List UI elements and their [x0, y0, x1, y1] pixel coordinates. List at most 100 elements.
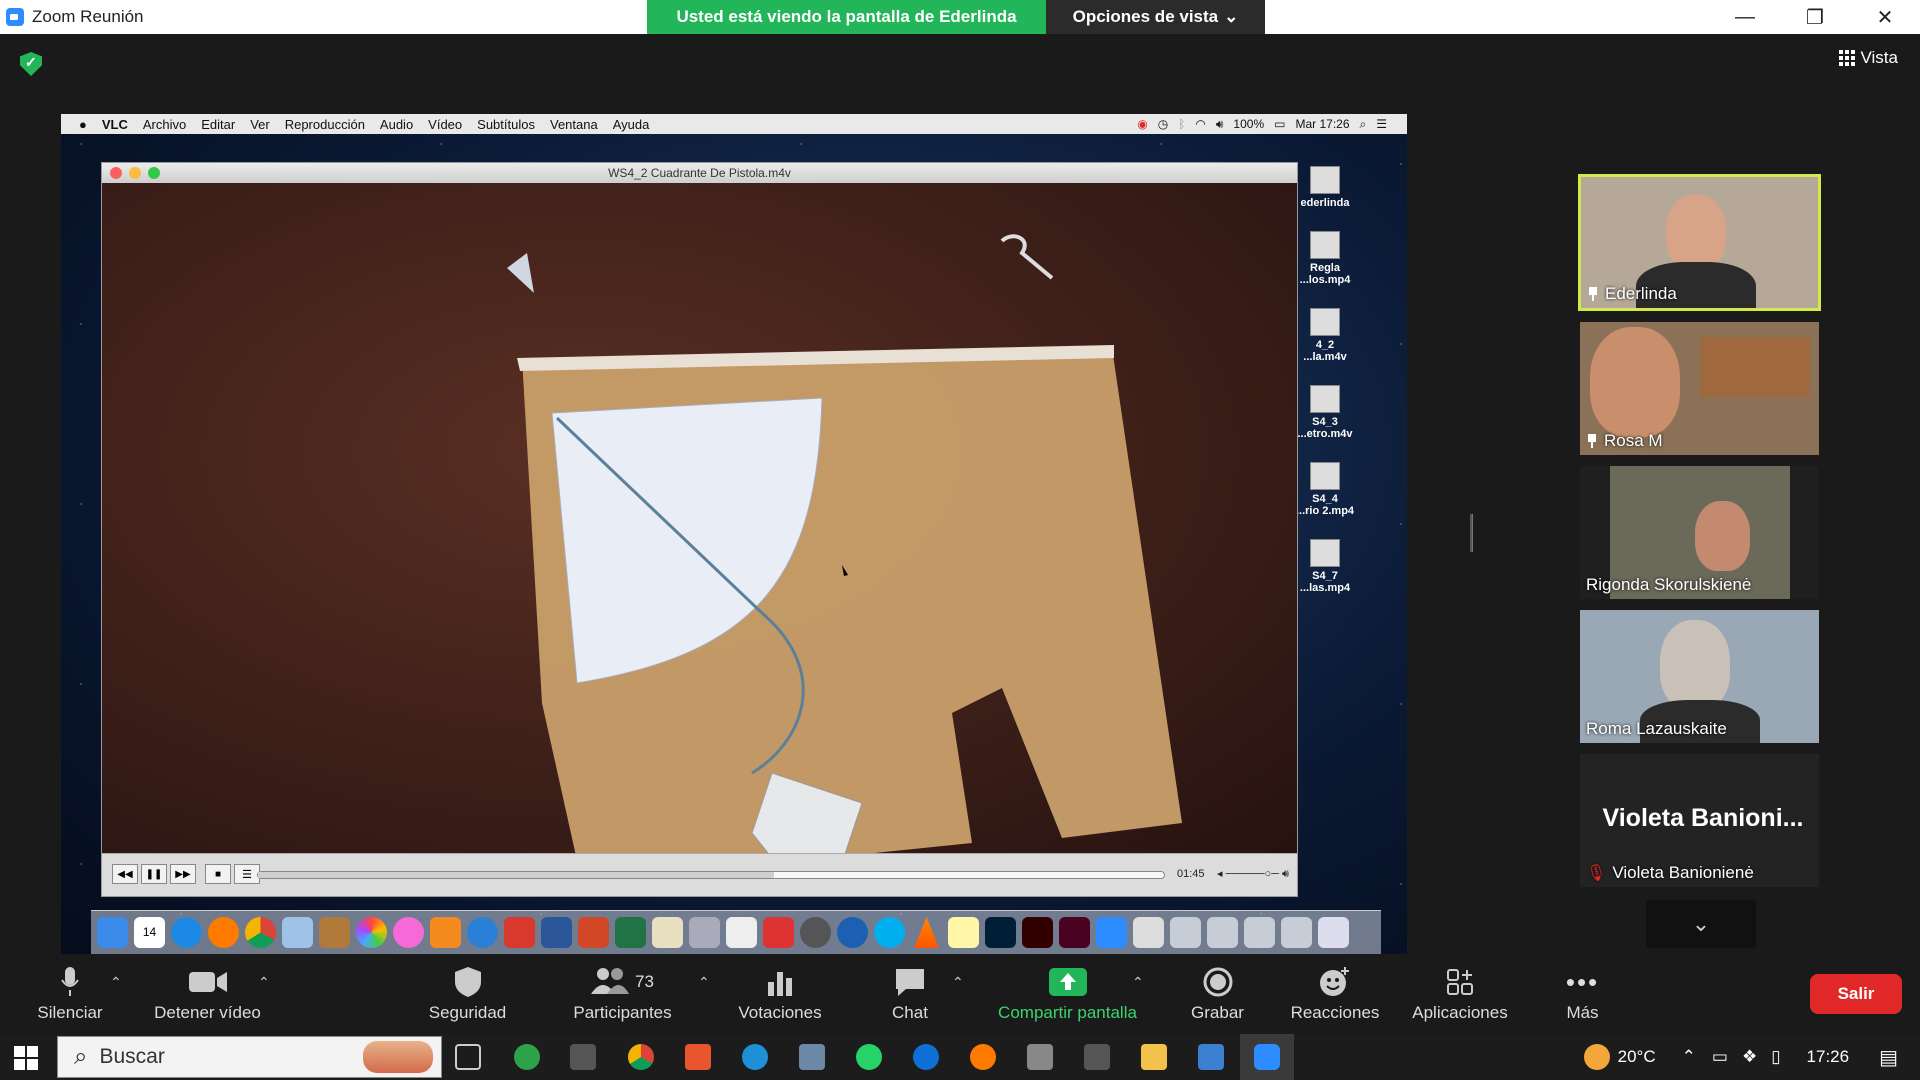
- maximize-button[interactable]: ❐: [1780, 0, 1850, 34]
- notes-icon[interactable]: [652, 917, 683, 948]
- mute-options-caret-icon[interactable]: ⌃: [110, 974, 122, 991]
- desktop-file[interactable]: 4_2 ...la.m4v: [1295, 308, 1355, 363]
- chat-button[interactable]: Chat: [870, 954, 950, 1034]
- stop-icon[interactable]: ■: [205, 864, 231, 884]
- reactions-button[interactable]: Reacciones: [1285, 954, 1385, 1034]
- dvd-player-icon[interactable]: [800, 917, 831, 948]
- desktop-file[interactable]: Regla ...los.mp4: [1295, 231, 1355, 286]
- close-dot-icon[interactable]: [110, 167, 122, 179]
- security-shield-icon[interactable]: [20, 52, 42, 76]
- participant-tile[interactable]: Rigonda Skorulskienė: [1580, 466, 1819, 599]
- splitter-handle[interactable]: [1470, 514, 1473, 552]
- polls-button[interactable]: Votaciones: [730, 954, 830, 1034]
- vlc-window[interactable]: WS4_2 Cuadrante De Pistola.m4v ◀◀ ❚❚ ▶▶ …: [101, 162, 1298, 897]
- ibooks-icon[interactable]: [430, 917, 461, 948]
- scanner-icon[interactable]: [689, 917, 720, 948]
- app-icon[interactable]: [1198, 1044, 1224, 1070]
- stop-video-button[interactable]: Detener vídeo: [145, 954, 270, 1034]
- participants-options-caret-icon[interactable]: ⌃: [698, 974, 710, 991]
- participant-tile[interactable]: Roma Lazauskaite: [1580, 610, 1819, 743]
- minimize-dot-icon[interactable]: [129, 167, 141, 179]
- volume-slider[interactable]: ◂ ─────○─ 🔊︎: [1217, 867, 1289, 881]
- apps-button[interactable]: Aplicaciones: [1405, 954, 1515, 1034]
- textedit-icon[interactable]: [726, 917, 757, 948]
- scroll-down-button[interactable]: ⌄: [1646, 900, 1756, 948]
- desktop-file[interactable]: S4_3 ...etro.m4v: [1295, 385, 1355, 440]
- video-options-caret-icon[interactable]: ⌃: [258, 974, 270, 991]
- desktop-file[interactable]: ederlinda: [1295, 166, 1355, 209]
- zoom-taskbar-active[interactable]: [1240, 1034, 1294, 1080]
- view-button[interactable]: Vista: [1838, 48, 1898, 68]
- participant-tile[interactable]: Violeta Banioni... 🎙︎ Violeta Banionienė: [1580, 754, 1819, 887]
- mute-button[interactable]: Silenciar: [30, 954, 110, 1034]
- notes-book-icon[interactable]: [319, 917, 350, 948]
- app-icon[interactable]: [570, 1044, 596, 1070]
- app-icon[interactable]: [1084, 1044, 1110, 1070]
- security-button[interactable]: Seguridad: [420, 954, 515, 1034]
- dropbox-icon[interactable]: ❖: [1742, 1047, 1757, 1067]
- firefox-icon[interactable]: [208, 917, 239, 948]
- safari-icon[interactable]: [171, 917, 202, 948]
- finder-icon[interactable]: [97, 917, 128, 948]
- rewind-icon[interactable]: ◀◀: [112, 864, 138, 884]
- task-view-icon[interactable]: [455, 1044, 481, 1070]
- participants-button[interactable]: 73 Participantes: [565, 954, 680, 1034]
- desktop-file[interactable]: S4_4 ...rio 2.mp4: [1295, 462, 1355, 517]
- firefox-icon[interactable]: [970, 1044, 996, 1070]
- edge-icon[interactable]: [742, 1044, 768, 1070]
- trash-icon[interactable]: [1318, 917, 1349, 948]
- share-screen-button[interactable]: Compartir pantalla: [985, 954, 1150, 1034]
- notifications-icon[interactable]: ▤: [1879, 1045, 1898, 1070]
- app-icon[interactable]: [1027, 1044, 1053, 1070]
- file-explorer-icon[interactable]: [1141, 1044, 1167, 1070]
- desktop-file[interactable]: S4_7 ...las.mp4: [1295, 539, 1355, 594]
- window-thumb-icon[interactable]: [1281, 917, 1312, 948]
- teamviewer-icon[interactable]: [913, 1044, 939, 1070]
- app-icon[interactable]: [799, 1044, 825, 1070]
- device-icon[interactable]: ▯: [1771, 1047, 1780, 1067]
- video-frame[interactable]: [102, 183, 1297, 853]
- close-button[interactable]: ✕: [1850, 0, 1920, 34]
- tray-chevron-icon[interactable]: ⌃: [1682, 1047, 1696, 1067]
- shared-screen[interactable]: ● VLC Archivo Editar Ver Reproducción Au…: [61, 114, 1407, 954]
- app-icon[interactable]: [685, 1044, 711, 1070]
- chat-options-caret-icon[interactable]: ⌃: [952, 974, 964, 991]
- browser-icon[interactable]: [467, 917, 498, 948]
- chrome-icon[interactable]: [628, 1044, 654, 1070]
- preview-icon[interactable]: [282, 917, 313, 948]
- calendar-icon[interactable]: 14: [134, 917, 165, 948]
- participant-tile[interactable]: Rosa M: [1580, 322, 1819, 455]
- taskbar-search[interactable]: ⌕ Buscar: [57, 1036, 442, 1078]
- view-options-button[interactable]: Opciones de vista ⌄: [1046, 0, 1265, 34]
- participant-tile[interactable]: Ederlinda: [1578, 174, 1821, 311]
- photoshop-icon[interactable]: [985, 917, 1016, 948]
- minimize-button[interactable]: —: [1710, 0, 1780, 34]
- record-button[interactable]: Grabar: [1175, 954, 1260, 1034]
- zoom-dot-icon[interactable]: [148, 167, 160, 179]
- sparkle-app-icon[interactable]: [504, 917, 535, 948]
- network-icon[interactable]: ▭: [1712, 1047, 1728, 1067]
- indesign-icon[interactable]: [1059, 917, 1090, 948]
- itunes-icon[interactable]: [393, 917, 424, 948]
- zoom-icon[interactable]: [1096, 917, 1127, 948]
- vlc-icon[interactable]: [914, 917, 939, 948]
- window-thumb-icon[interactable]: [1207, 917, 1238, 948]
- whatsapp-icon[interactable]: [856, 1044, 882, 1070]
- illustrator-icon[interactable]: [1022, 917, 1053, 948]
- excel-icon[interactable]: [615, 917, 646, 948]
- chrome-icon[interactable]: [245, 917, 276, 948]
- pause-icon[interactable]: ❚❚: [141, 864, 167, 884]
- document-icon[interactable]: [1133, 917, 1164, 948]
- word-icon[interactable]: [541, 917, 572, 948]
- quicktime-icon[interactable]: [837, 917, 868, 948]
- stickies-icon[interactable]: [948, 917, 979, 948]
- forward-icon[interactable]: ▶▶: [170, 864, 196, 884]
- windows-start-icon[interactable]: [14, 1046, 38, 1070]
- more-button[interactable]: ••• Más: [1545, 954, 1620, 1034]
- window-thumb-icon[interactable]: [1244, 917, 1275, 948]
- acrobat-icon[interactable]: [763, 917, 794, 948]
- photos-icon[interactable]: [356, 917, 387, 948]
- leave-button[interactable]: Salir: [1810, 974, 1902, 1014]
- powerpoint-icon[interactable]: [578, 917, 609, 948]
- window-thumb-icon[interactable]: [1170, 917, 1201, 948]
